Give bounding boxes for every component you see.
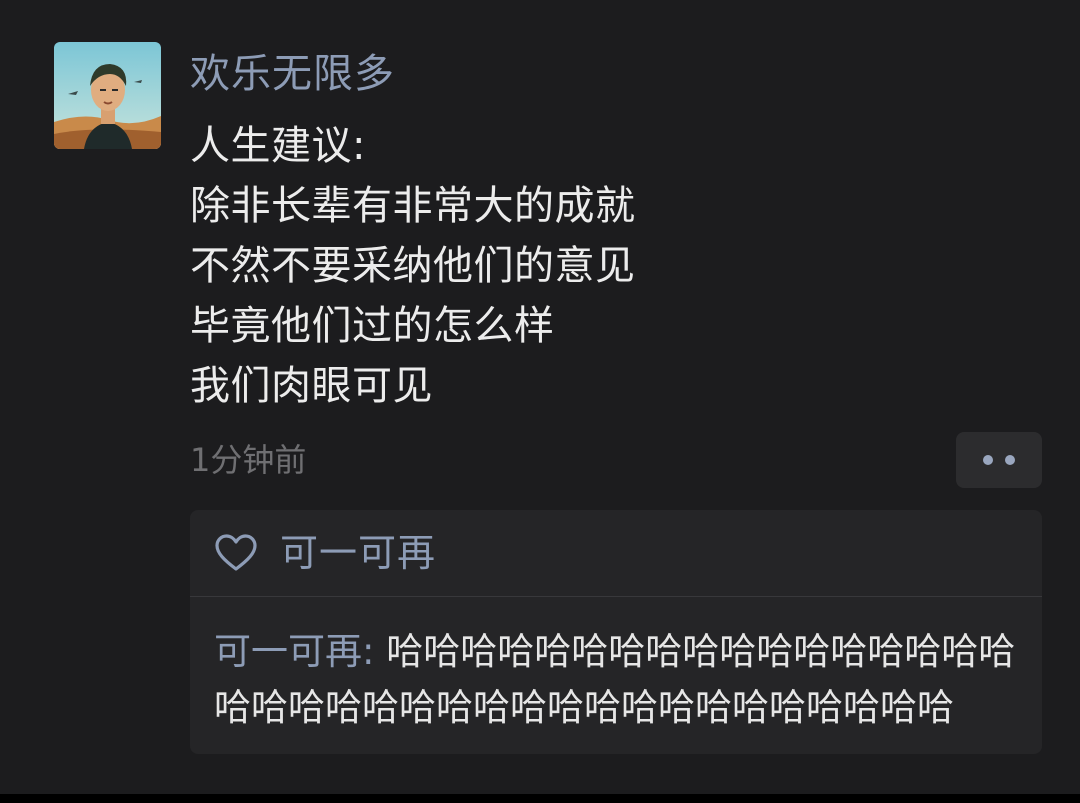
post-text-line: 人生建议: <box>190 123 366 169</box>
post-timestamp: 1分钟前 <box>190 441 307 479</box>
likes-row: 可一可再 <box>214 530 436 576</box>
liker-name[interactable]: 可一可再 <box>280 530 436 576</box>
more-actions-button[interactable] <box>956 432 1042 488</box>
heart-outline-icon <box>215 534 257 571</box>
comment-author[interactable]: 可一可再 <box>214 630 362 673</box>
more-dots-icon <box>1005 455 1015 465</box>
likes-comments-panel: 可一可再 可一可再: 哈哈哈哈哈哈哈哈哈哈哈哈哈哈哈哈哈哈哈哈哈哈哈哈哈哈哈哈哈… <box>190 510 1042 754</box>
post-text-line: 不然不要采纳他们的意见 <box>190 243 636 289</box>
comment-item[interactable]: 可一可再: 哈哈哈哈哈哈哈哈哈哈哈哈哈哈哈哈哈哈哈哈哈哈哈哈哈哈哈哈哈哈哈哈哈哈… <box>214 624 1030 736</box>
avatar[interactable] <box>54 42 161 149</box>
comment-separator: : <box>362 630 387 673</box>
post-text-line: 除非长辈有非常大的成就 <box>190 183 636 229</box>
bottom-edge <box>0 794 1080 803</box>
avatar-image <box>54 42 161 149</box>
divider <box>190 596 1042 597</box>
post-text-line: 毕竟他们过的怎么样 <box>190 303 555 349</box>
post-content: 人生建议: 除非长辈有非常大的成就 不然不要采纳他们的意见 毕竟他们过的怎么样 … <box>190 116 950 416</box>
more-dots-icon <box>983 455 993 465</box>
post-text-line: 我们肉眼可见 <box>190 363 433 409</box>
post-author-name[interactable]: 欢乐无限多 <box>190 48 395 100</box>
